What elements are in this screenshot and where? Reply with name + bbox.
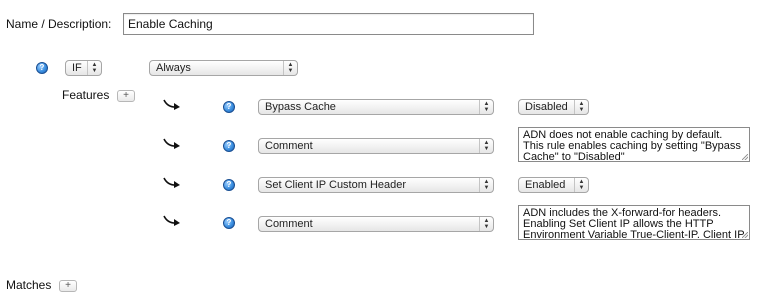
curved-arrow-icon <box>163 215 180 226</box>
help-icon[interactable]: ? <box>223 140 235 152</box>
feature-select[interactable]: Set Client IP Custom Header ▲ ▼ <box>258 177 494 193</box>
condition-operator-value: IF <box>72 62 82 74</box>
up-down-arrows-icon: ▲ ▼ <box>574 178 588 192</box>
resize-grip-icon[interactable] <box>742 232 748 238</box>
feature-select-value: Comment <box>265 218 313 230</box>
up-down-arrows-icon: ▲ ▼ <box>479 217 493 231</box>
name-description-input[interactable]: Enable Caching <box>123 13 534 35</box>
feature-value-selected: Enabled <box>525 179 566 191</box>
help-icon[interactable]: ? <box>36 62 48 74</box>
matches-label: Matches <box>6 278 52 292</box>
help-icon[interactable]: ? <box>223 101 235 113</box>
resize-grip-icon[interactable] <box>742 154 748 160</box>
feature-select-value: Bypass Cache <box>265 101 336 113</box>
name-description-label: Name / Description: <box>6 17 112 31</box>
feature-select[interactable]: Bypass Cache ▲ ▼ <box>258 99 494 115</box>
comment-textarea[interactable]: ADN includes the X-forward-for headers. … <box>518 205 750 240</box>
condition-match-select[interactable]: Always ▲ ▼ <box>149 60 298 76</box>
help-icon[interactable]: ? <box>223 217 235 229</box>
up-down-arrows-icon: ▲ ▼ <box>479 100 493 114</box>
feature-value-selected: Disabled <box>525 101 568 113</box>
add-match-button[interactable]: + <box>59 280 77 292</box>
up-down-arrows-icon: ▲ ▼ <box>283 61 297 75</box>
up-down-arrows-icon: ▲ ▼ <box>479 178 493 192</box>
condition-operator-select[interactable]: IF ▲ ▼ <box>65 60 102 76</box>
curved-arrow-icon <box>163 99 180 110</box>
up-down-arrows-icon: ▲ ▼ <box>87 61 101 75</box>
feature-select[interactable]: Comment ▲ ▼ <box>258 216 494 232</box>
feature-select-value: Comment <box>265 140 313 152</box>
comment-text: ADN does not enable caching by default. … <box>523 129 741 162</box>
feature-select-value: Set Client IP Custom Header <box>265 179 407 191</box>
feature-select[interactable]: Comment ▲ ▼ <box>258 138 494 154</box>
feature-value-select[interactable]: Disabled ▲ ▼ <box>518 99 589 115</box>
help-icon[interactable]: ? <box>223 179 235 191</box>
condition-match-value: Always <box>156 62 191 74</box>
up-down-arrows-icon: ▲ ▼ <box>574 100 588 114</box>
comment-textarea[interactable]: ADN does not enable caching by default. … <box>518 127 750 162</box>
features-label: Features <box>62 88 110 102</box>
curved-arrow-icon <box>163 138 180 149</box>
curved-arrow-icon <box>163 177 180 188</box>
feature-value-select[interactable]: Enabled ▲ ▼ <box>518 177 589 193</box>
comment-text: ADN includes the X-forward-for headers. … <box>523 207 745 240</box>
up-down-arrows-icon: ▲ ▼ <box>479 139 493 153</box>
add-feature-button[interactable]: + <box>117 90 135 102</box>
